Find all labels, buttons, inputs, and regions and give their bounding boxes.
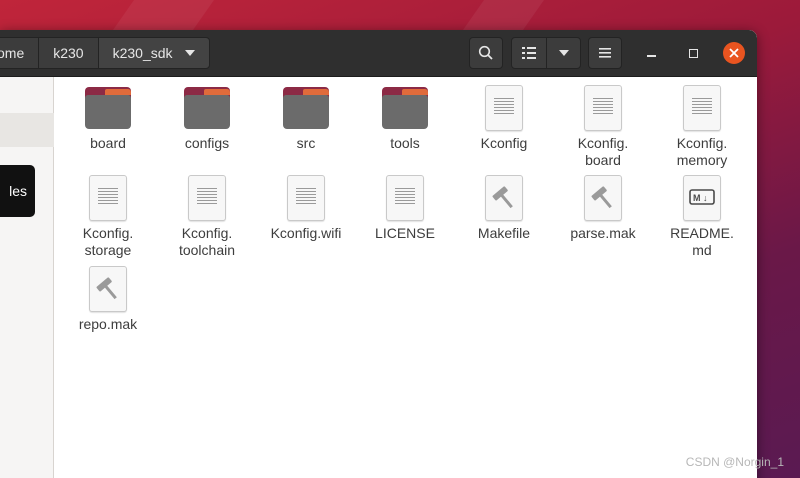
hammer-icon bbox=[584, 175, 622, 221]
svg-text:↓: ↓ bbox=[703, 193, 708, 203]
file-name: configs bbox=[184, 135, 230, 151]
file-name: parse.mak bbox=[570, 225, 636, 241]
text-file-icon bbox=[386, 175, 424, 221]
chevron-down-icon bbox=[184, 50, 195, 56]
file-grid: board configs src tools Kconfig Kconfig. boar… bbox=[54, 77, 757, 478]
file-name: Kconfig.wifi bbox=[270, 225, 342, 241]
text-file-icon bbox=[683, 85, 721, 131]
file-name: Kconfig bbox=[480, 135, 528, 151]
text-file-icon bbox=[188, 175, 226, 221]
file-item[interactable]: Kconfig bbox=[454, 85, 554, 152]
file-name: board bbox=[90, 135, 126, 151]
chevron-down-icon bbox=[558, 50, 569, 56]
close-icon bbox=[729, 48, 739, 58]
text-file-icon bbox=[287, 175, 325, 221]
folder-icon bbox=[283, 85, 329, 131]
file-item[interactable]: repo.mak bbox=[58, 266, 158, 333]
sidebar: les bbox=[0, 77, 54, 478]
file-name: README. md bbox=[670, 225, 734, 258]
file-item[interactable]: board bbox=[58, 85, 158, 152]
file-item[interactable]: Makefile bbox=[454, 175, 554, 242]
file-item[interactable]: LICENSE bbox=[355, 175, 455, 242]
file-item[interactable]: Kconfig. board bbox=[553, 85, 653, 169]
file-item[interactable]: parse.mak bbox=[553, 175, 653, 242]
text-file-icon bbox=[89, 175, 127, 221]
markdown-file-icon: M ↓ bbox=[683, 175, 721, 221]
file-name: LICENSE bbox=[375, 225, 435, 241]
breadcrumb-home[interactable]: ome bbox=[0, 37, 40, 69]
folder-icon bbox=[184, 85, 230, 131]
sidebar-item-selected[interactable] bbox=[0, 113, 54, 147]
view-list-button[interactable] bbox=[511, 37, 547, 69]
folder-icon bbox=[85, 85, 131, 131]
minimize-button[interactable] bbox=[640, 42, 662, 64]
text-file-icon bbox=[584, 85, 622, 131]
file-name: tools bbox=[390, 135, 420, 151]
breadcrumb: ome k230 k230_sdk bbox=[0, 37, 210, 69]
file-item[interactable]: Kconfig. toolchain bbox=[157, 175, 257, 259]
file-name: Kconfig. board bbox=[577, 135, 629, 168]
maximize-button[interactable] bbox=[682, 42, 704, 64]
file-manager-window: ome k230 k230_sdk les board configs src … bbox=[0, 30, 757, 478]
hammer-icon bbox=[485, 175, 523, 221]
file-name: Kconfig. memory bbox=[676, 135, 728, 168]
file-name: Makefile bbox=[477, 225, 531, 241]
hammer-icon bbox=[89, 266, 127, 312]
breadcrumb-k230-sdk[interactable]: k230_sdk bbox=[97, 37, 210, 69]
search-button[interactable] bbox=[469, 37, 503, 69]
file-item[interactable]: M ↓ README. md bbox=[652, 175, 752, 259]
file-name: Kconfig. toolchain bbox=[178, 225, 236, 258]
file-item[interactable]: Kconfig. storage bbox=[58, 175, 158, 259]
file-item[interactable]: configs bbox=[157, 85, 257, 152]
file-item[interactable]: Kconfig.wifi bbox=[256, 175, 356, 242]
sidebar-tooltip: les bbox=[0, 165, 35, 217]
file-name: repo.mak bbox=[78, 316, 138, 332]
file-item[interactable]: Kconfig. memory bbox=[652, 85, 752, 169]
svg-text:M: M bbox=[693, 193, 701, 203]
view-options-button[interactable] bbox=[546, 37, 581, 69]
breadcrumb-k230[interactable]: k230 bbox=[38, 37, 99, 69]
header-bar: ome k230 k230_sdk bbox=[0, 30, 757, 77]
file-name: src bbox=[296, 135, 316, 151]
folder-icon bbox=[382, 85, 428, 131]
watermark: CSDN @Norgin_1 bbox=[685, 455, 784, 469]
list-view-icon bbox=[522, 47, 536, 59]
hamburger-menu-icon bbox=[599, 48, 611, 58]
close-button[interactable] bbox=[723, 42, 745, 64]
minimize-icon bbox=[646, 55, 656, 57]
search-icon bbox=[478, 45, 493, 60]
text-file-icon bbox=[485, 85, 523, 131]
menu-button[interactable] bbox=[588, 37, 622, 69]
maximize-icon bbox=[688, 48, 698, 58]
file-item[interactable]: src bbox=[256, 85, 356, 152]
file-name: Kconfig. storage bbox=[82, 225, 134, 258]
file-item[interactable]: tools bbox=[355, 85, 455, 152]
